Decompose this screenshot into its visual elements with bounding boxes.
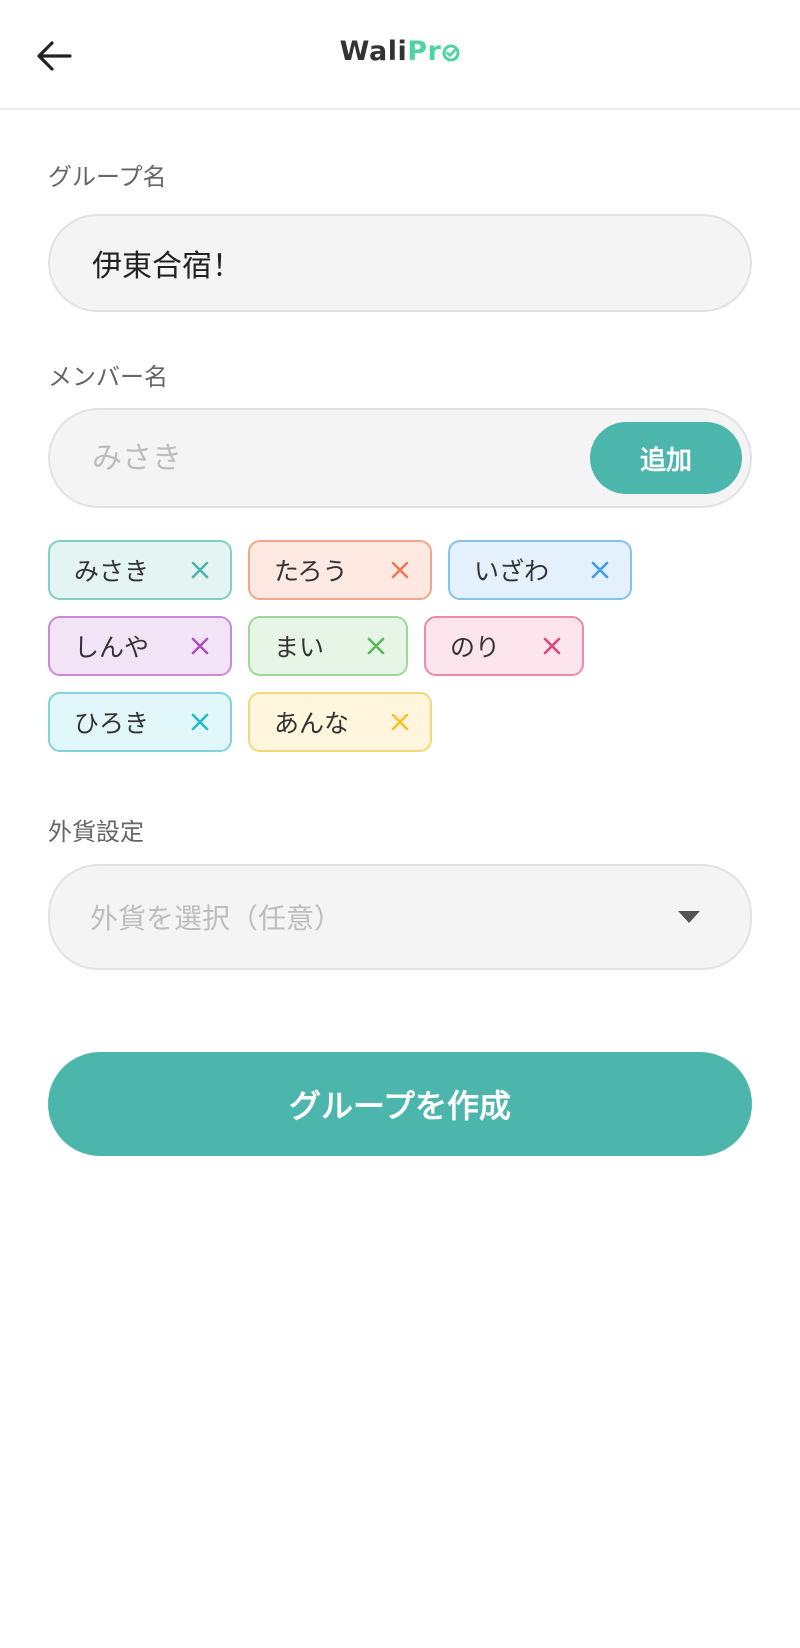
member-chip-label: のり [450,633,501,662]
close-icon [391,713,409,731]
remove-member-button[interactable] [346,618,406,674]
close-icon [391,561,409,579]
currency-select-value: 外貨を選択（任意） [90,902,343,935]
currency-select[interactable]: 外貨を選択（任意） [48,864,752,970]
remove-member-button[interactable] [170,694,230,750]
member-chip: ひろき [48,692,232,752]
chip-row: ひろき あんな [48,692,752,752]
member-name-field: 追加 [48,408,752,508]
member-chip-list: みさき たろう いざわ しんや まい のり ひろき あんな [48,540,752,768]
member-chip: たろう [248,540,432,600]
app-logo: WaliPr [0,36,800,67]
create-group-button[interactable]: グループを作成 [48,1052,752,1156]
close-icon [543,637,561,655]
check-circle-icon [442,44,460,62]
close-icon [367,637,385,655]
member-chip-label: たろう [274,557,348,586]
remove-member-button[interactable] [170,542,230,598]
group-name-input[interactable] [90,216,610,310]
close-icon [591,561,609,579]
member-name-input[interactable] [90,410,610,506]
member-chip-label: あんな [274,709,350,738]
remove-member-button[interactable] [170,618,230,674]
member-chip-label: ひろき [74,709,150,738]
member-chip-label: いざわ [474,557,550,586]
member-chip-label: まい [274,633,325,662]
remove-member-button[interactable] [522,618,582,674]
chip-row: しんや まい のり [48,616,752,676]
member-chip: のり [424,616,584,676]
close-icon [191,637,209,655]
remove-member-button[interactable] [370,694,430,750]
chip-row: みさき たろう いざわ [48,540,752,600]
member-chip-label: みさき [74,557,150,586]
add-member-button[interactable]: 追加 [590,422,742,494]
currency-label: 外貨設定 [48,818,144,846]
remove-member-button[interactable] [370,542,430,598]
member-chip: しんや [48,616,232,676]
member-chip: いざわ [448,540,632,600]
logo-wali-text: Wali [339,36,408,67]
group-name-label: グループ名 [48,163,167,191]
member-chip: みさき [48,540,232,600]
logo-pro-text: Pr [407,36,442,67]
caret-down-icon [678,911,700,923]
close-icon [191,713,209,731]
app-header: WaliPr [0,0,800,110]
member-name-label: メンバー名 [48,363,168,391]
member-chip-label: しんや [74,633,150,662]
remove-member-button[interactable] [570,542,630,598]
member-chip: まい [248,616,408,676]
group-name-field [48,214,752,312]
member-chip: あんな [248,692,432,752]
close-icon [191,561,209,579]
